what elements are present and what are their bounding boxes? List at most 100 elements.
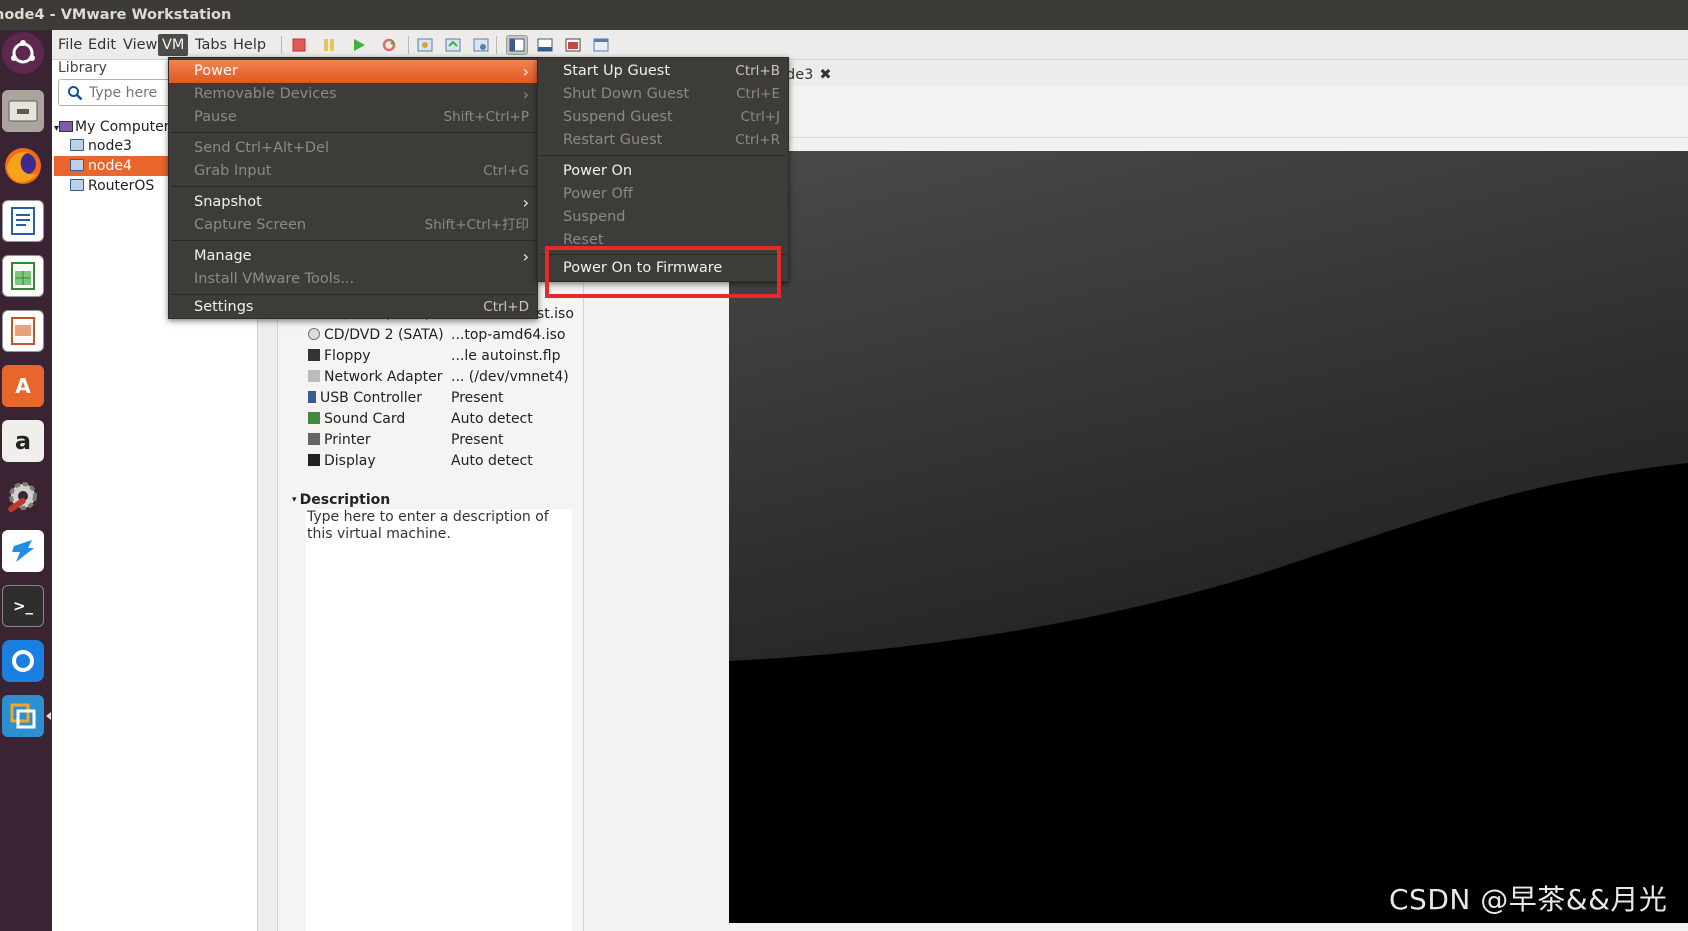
reset-button[interactable] xyxy=(378,35,400,55)
menu-item-power[interactable]: Power › xyxy=(169,60,537,83)
impress-icon[interactable] xyxy=(2,310,44,352)
menu-item-power-on[interactable]: Power On xyxy=(538,160,788,183)
menu-item-start-up-guest[interactable]: Start Up Guest Ctrl+B xyxy=(538,60,788,83)
settings-icon[interactable] xyxy=(2,475,44,517)
power-off-button[interactable] xyxy=(288,35,310,55)
vm-label: node4 xyxy=(88,158,132,174)
revert-snapshot-button[interactable] xyxy=(442,35,464,55)
device-printer[interactable]: Printer Present xyxy=(308,432,504,453)
menu-item-shut-down-guest[interactable]: Shut Down Guest Ctrl+E xyxy=(538,83,788,106)
watermark: CSDN @早茶&&月光 xyxy=(1389,883,1668,916)
full-screen-button[interactable] xyxy=(562,35,584,55)
menu-item-label: Capture Screen xyxy=(194,217,307,233)
menu-separator xyxy=(171,186,535,187)
menu-item-suspend-guest[interactable]: Suspend Guest Ctrl+J xyxy=(538,106,788,129)
toolbar-separator xyxy=(408,36,409,54)
description-heading-label: Description xyxy=(299,492,391,508)
menu-item-shortcut: Ctrl+R xyxy=(735,132,780,148)
menu-item-settings[interactable]: Settings Ctrl+D xyxy=(169,296,537,319)
menu-tabs[interactable]: Tabs xyxy=(191,34,231,56)
description-heading[interactable]: ▾ Description xyxy=(292,492,390,508)
menu-item-capture-screen[interactable]: Capture Screen Shift+Ctrl+打印 xyxy=(169,214,537,237)
vm-icon xyxy=(70,139,84,151)
window-title: node4 - VMware Workstation xyxy=(0,7,232,23)
menu-item-label: Power Off xyxy=(563,186,633,202)
menu-vm[interactable]: VM xyxy=(158,34,189,56)
menu-item-label: Pause xyxy=(194,109,237,125)
vm-label: RouterOS xyxy=(88,178,155,194)
thumbnail-bar-button[interactable] xyxy=(534,35,556,55)
menu-separator xyxy=(171,294,535,295)
vm-console-screen[interactable] xyxy=(729,151,1688,923)
menu-item-label: Manage xyxy=(194,248,252,264)
device-usb[interactable]: USB Controller Present xyxy=(308,390,504,411)
description-textarea[interactable]: Type here to enter a description of this… xyxy=(306,509,572,931)
menu-item-label: Power xyxy=(194,63,238,79)
sound-card-icon xyxy=(308,412,320,424)
menu-item-send-ctrl-alt-del[interactable]: Send Ctrl+Alt+Del xyxy=(169,137,537,160)
menu-item-power-off[interactable]: Power Off xyxy=(538,183,788,206)
device-name: Sound Card xyxy=(324,411,406,427)
menu-help[interactable]: Help xyxy=(229,34,270,56)
menu-item-manage[interactable]: Manage › xyxy=(169,245,537,268)
terminal-icon[interactable]: >_ xyxy=(2,585,44,627)
device-name: Floppy xyxy=(324,348,371,364)
menu-item-install-vmware-tools[interactable]: Install VMware Tools... xyxy=(169,268,537,291)
device-name: USB Controller xyxy=(320,390,423,406)
menu-item-label: Removable Devices xyxy=(194,86,337,102)
menu-item-suspend[interactable]: Suspend xyxy=(538,206,788,229)
software-center-icon[interactable]: A xyxy=(2,365,44,407)
ubuntu-dash-icon[interactable] xyxy=(2,32,44,74)
device-sound[interactable]: Sound Card Auto detect xyxy=(308,411,533,432)
vmware-icon[interactable] xyxy=(2,695,51,737)
files-icon[interactable] xyxy=(2,90,44,132)
menu-item-label: Shut Down Guest xyxy=(563,86,690,102)
menu-item-label: Snapshot xyxy=(194,194,262,210)
calc-icon[interactable] xyxy=(2,255,44,297)
menu-edit[interactable]: Edit xyxy=(84,34,120,56)
network-icon xyxy=(308,370,320,382)
suspend-button[interactable] xyxy=(318,35,340,55)
menu-separator xyxy=(171,240,535,241)
snapshot-manager-button[interactable] xyxy=(470,35,492,55)
submenu-arrow-icon: › xyxy=(522,62,529,81)
deepin-icon[interactable] xyxy=(2,640,44,682)
power-on-button[interactable] xyxy=(348,35,370,55)
menu-item-pause[interactable]: Pause Shift+Ctrl+P xyxy=(169,106,537,129)
toolbar-separator xyxy=(496,36,497,54)
menu-item-shortcut: Ctrl+J xyxy=(740,109,780,125)
amazon-icon[interactable]: a xyxy=(2,420,44,462)
menu-item-label: Restart Guest xyxy=(563,132,663,148)
close-icon[interactable]: ✖ xyxy=(819,67,831,83)
menu-item-shortcut: Ctrl+D xyxy=(483,299,529,315)
device-cdrom2[interactable]: CD/DVD 2 (SATA) ...top-amd64.iso xyxy=(308,327,565,348)
writer-icon[interactable] xyxy=(2,200,44,242)
device-value: Auto detect xyxy=(451,411,533,427)
toolbar-separator xyxy=(281,36,282,54)
device-name: Printer xyxy=(324,432,371,448)
unity-button[interactable] xyxy=(590,35,612,55)
menu-item-shortcut: Ctrl+G xyxy=(483,163,529,179)
device-floppy[interactable]: Floppy ...le autoinst.flp xyxy=(308,348,561,369)
show-library-button[interactable] xyxy=(506,35,528,55)
menu-file[interactable]: File xyxy=(54,34,86,56)
firefox-icon[interactable] xyxy=(2,145,44,187)
window-title-bar: node4 - VMware Workstation xyxy=(0,0,1688,30)
snapshot-button[interactable] xyxy=(414,35,436,55)
menu-separator xyxy=(540,155,786,156)
menu-item-label: Send Ctrl+Alt+Del xyxy=(194,140,329,156)
menu-item-restart-guest[interactable]: Restart Guest Ctrl+R xyxy=(538,129,788,152)
menu-item-label: Suspend Guest xyxy=(563,109,673,125)
ubuntu-launcher: A a >_ xyxy=(0,30,52,931)
menu-item-removable-devices[interactable]: Removable Devices › xyxy=(169,83,537,106)
teamviewer-icon[interactable] xyxy=(2,530,44,572)
menu-item-snapshot[interactable]: Snapshot › xyxy=(169,191,537,214)
search-icon xyxy=(68,86,83,101)
display-icon xyxy=(308,454,320,466)
menu-view[interactable]: View xyxy=(119,34,161,56)
device-display[interactable]: Display Auto detect xyxy=(308,453,533,474)
device-network[interactable]: Network Adapter ... (/dev/vmnet4) xyxy=(308,369,569,390)
annotation-highlight-box xyxy=(545,246,781,298)
menu-item-grab-input[interactable]: Grab Input Ctrl+G xyxy=(169,160,537,183)
device-value: ...le autoinst.flp xyxy=(451,348,561,364)
